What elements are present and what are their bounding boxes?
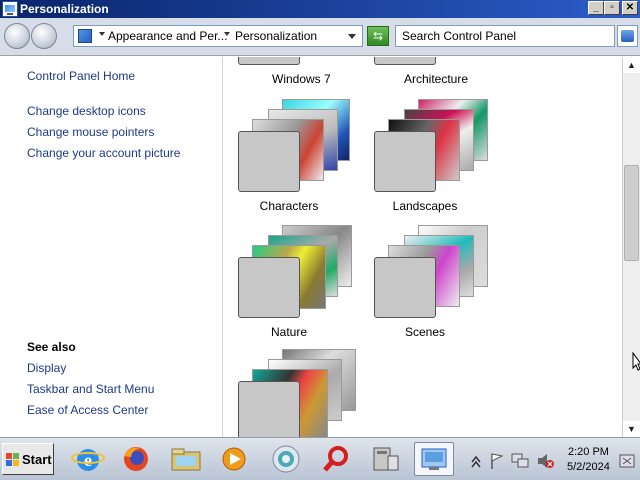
maximize-button[interactable]: ▫ xyxy=(604,1,620,15)
vertical-scrollbar[interactable]: ▲ ▼ xyxy=(622,57,640,437)
theme-stack xyxy=(360,225,490,318)
breadcrumb-appearance[interactable]: Appearance and Per... xyxy=(108,29,227,43)
theme-preview-front xyxy=(238,381,300,437)
control-panel-icon xyxy=(421,448,447,470)
file-explorer-taskbar-button[interactable] xyxy=(166,442,206,476)
ease-of-access-link[interactable]: Ease of Access Center xyxy=(27,403,148,417)
see-also-heading: See also xyxy=(27,340,76,354)
themes-gallery: Windows 7 Architecture Characters Landsc… xyxy=(224,57,622,437)
control-panel-icon xyxy=(78,29,92,43)
theme-label: Landscapes xyxy=(392,199,458,213)
control-panel-icon xyxy=(2,1,18,17)
remote-desktop-icon xyxy=(272,445,300,473)
scroll-down-icon[interactable]: ▼ xyxy=(623,421,640,437)
start-button[interactable]: Start xyxy=(2,443,54,475)
personalization-taskbar-button[interactable] xyxy=(414,442,454,476)
refresh-button[interactable]: ⇆ xyxy=(367,26,389,46)
firefox-icon xyxy=(124,447,148,471)
help-icon xyxy=(621,30,634,42)
theme-label: Nature xyxy=(270,325,308,339)
address-dropdown-icon[interactable] xyxy=(348,34,356,39)
help-button[interactable] xyxy=(617,25,638,47)
media-player-icon xyxy=(222,447,246,471)
firefox-taskbar-button[interactable] xyxy=(116,442,156,476)
forward-button[interactable] xyxy=(31,23,57,49)
breadcrumb-personalization[interactable]: Personalization xyxy=(235,29,317,43)
theme-stack xyxy=(360,99,490,192)
theme-preview-front xyxy=(238,131,300,192)
title-bar: Personalization _ ▫ ✕ xyxy=(0,0,640,18)
computer-taskbar-button[interactable] xyxy=(364,442,404,476)
show-desktop-icon[interactable] xyxy=(619,454,635,468)
scrollbar-thumb[interactable] xyxy=(624,165,639,261)
theme-thumbnail[interactable] xyxy=(374,57,436,65)
navigation-bar: Appearance and Per... Personalization ⇆ … xyxy=(0,18,640,56)
search-app-taskbar-button[interactable] xyxy=(316,442,356,476)
computer-icon xyxy=(373,447,399,471)
show-hidden-icons-icon[interactable] xyxy=(471,455,481,468)
taskbar: Start e xyxy=(0,437,640,480)
theme-label-architecture[interactable]: Architecture xyxy=(404,72,468,86)
media-player-taskbar-button[interactable] xyxy=(214,442,254,476)
action-center-flag-icon[interactable] xyxy=(491,453,504,469)
theme-label: Scenes xyxy=(404,325,446,339)
chevron-down-icon[interactable] xyxy=(224,32,230,36)
volume-muted-icon[interactable] xyxy=(538,454,554,468)
task-pane: Control Panel Home Change desktop icons … xyxy=(0,57,223,437)
notification-area xyxy=(466,442,638,476)
theme-label-windows7[interactable]: Windows 7 xyxy=(272,72,331,86)
remote-app-taskbar-button[interactable] xyxy=(266,442,306,476)
network-icon[interactable] xyxy=(511,453,529,468)
minimize-button[interactable]: _ xyxy=(588,1,604,15)
chevron-down-icon[interactable] xyxy=(99,32,105,36)
window-title: Personalization xyxy=(20,2,109,16)
magnifier-icon xyxy=(323,446,348,472)
clock-date[interactable]: 5/2/2024 xyxy=(567,461,610,473)
back-button[interactable] xyxy=(4,23,30,49)
display-link[interactable]: Display xyxy=(27,361,66,375)
folder-icon xyxy=(171,448,201,471)
address-bar[interactable]: Appearance and Per... Personalization xyxy=(73,25,363,47)
search-input[interactable]: Search Control Panel xyxy=(395,25,615,47)
theme-stack xyxy=(224,225,354,318)
internet-explorer-icon: e xyxy=(71,449,105,471)
theme-preview-front xyxy=(374,257,436,318)
theme-label: Characters xyxy=(259,199,319,213)
mouse-cursor-icon xyxy=(632,352,640,371)
theme-thumbnail[interactable] xyxy=(238,57,300,65)
windows-logo-icon xyxy=(6,453,20,467)
taskbar-start-menu-link[interactable]: Taskbar and Start Menu xyxy=(27,382,154,396)
clock-time[interactable]: 2:20 PM xyxy=(568,446,609,458)
start-label: Start xyxy=(22,452,52,467)
theme-preview-front xyxy=(374,131,436,192)
internet-explorer-taskbar-button[interactable]: e xyxy=(68,442,108,476)
change-account-picture-link[interactable]: Change your account picture xyxy=(27,146,180,160)
theme-preview-front xyxy=(238,257,300,318)
change-mouse-pointers-link[interactable]: Change mouse pointers xyxy=(27,125,154,139)
control-panel-home-link[interactable]: Control Panel Home xyxy=(27,69,135,83)
scroll-up-icon[interactable]: ▲ xyxy=(623,57,640,73)
close-button[interactable]: ✕ xyxy=(622,1,638,15)
theme-stack xyxy=(224,99,354,192)
change-desktop-icons-link[interactable]: Change desktop icons xyxy=(27,104,146,118)
theme-stack xyxy=(224,349,356,437)
